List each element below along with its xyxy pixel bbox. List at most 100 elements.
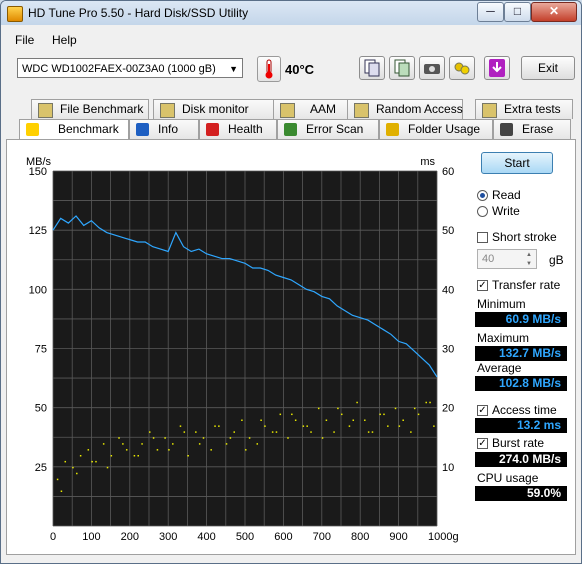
access-time-point <box>233 431 235 433</box>
tab-disk-monitor[interactable]: Disk monitor <box>153 99 281 119</box>
exit-button[interactable]: Exit <box>521 56 575 80</box>
access-time-point <box>137 455 139 457</box>
access-time-point <box>413 407 416 410</box>
cpu-usage-value: 59.0% <box>475 486 567 501</box>
access-time-point <box>179 425 182 427</box>
access-time-point <box>306 425 308 427</box>
thermometer-icon <box>257 56 281 82</box>
y-tick-right: 20 <box>442 403 454 415</box>
copy-all-button[interactable] <box>389 56 415 80</box>
screenshot-button[interactable] <box>419 56 445 80</box>
y-tick-left: 100 <box>29 284 47 296</box>
access-time-point <box>248 437 251 439</box>
average-value: 102.8 MB/s <box>475 376 567 391</box>
options-button[interactable] <box>449 56 475 80</box>
minimize-button[interactable]: ─ <box>477 2 504 22</box>
file-benchmark-icon <box>38 103 53 118</box>
access-time-point <box>106 466 109 469</box>
toolbar: WDC WD1002FAEX-00Z3A0 (1000 gB) ▼ 40°C E… <box>1 51 581 91</box>
side-panel: Start Read Write Short stroke 40 ▲ ▼ gB … <box>473 147 573 557</box>
access-time-point <box>141 443 143 445</box>
stepper-down-icon[interactable]: ▼ <box>523 260 535 268</box>
burst-rate-checkbox[interactable]: ✓ <box>477 438 488 449</box>
tab-label: File Benchmark <box>60 102 144 116</box>
menu-file[interactable]: File <box>15 33 34 47</box>
transfer-rate-checkbox[interactable]: ✓ <box>477 280 488 291</box>
access-time-point <box>398 425 401 427</box>
tab-health[interactable]: Health <box>199 119 277 139</box>
y-tick-left: 75 <box>35 344 47 356</box>
close-button[interactable]: ✕ <box>531 2 577 22</box>
options-icon <box>454 62 470 75</box>
short-stroke-label: Short stroke <box>492 230 557 244</box>
y-tick-right: 30 <box>442 344 454 356</box>
access-time-point <box>417 413 420 416</box>
tab-random-access[interactable]: Random Access <box>347 99 463 119</box>
access-time-point <box>279 413 282 416</box>
random-access-icon <box>354 103 369 118</box>
short-stroke-stepper[interactable]: 40 ▲ ▼ <box>477 249 537 269</box>
window-title: HD Tune Pro 5.50 - Hard Disk/SSD Utility <box>28 6 249 20</box>
tab-extra-tests[interactable]: Extra tests <box>475 99 573 119</box>
access-time-point <box>410 431 412 433</box>
tab-error-scan[interactable]: Error Scan <box>277 119 379 139</box>
access-time-point <box>260 419 262 421</box>
access-time-point <box>352 419 355 421</box>
y-tick-left: 125 <box>29 225 47 237</box>
save-button[interactable] <box>484 56 510 80</box>
magnifier-icon <box>284 123 297 136</box>
tab-file-benchmark[interactable]: File Benchmark <box>31 99 149 119</box>
tab-label: Info <box>158 122 179 136</box>
write-radio[interactable] <box>477 206 488 217</box>
tab-label: AAM <box>310 102 337 116</box>
access-time-checkbox[interactable]: ✓ <box>477 405 488 416</box>
tab-aam[interactable]: AAM <box>273 99 355 119</box>
access-time-point <box>172 443 174 445</box>
access-time-point <box>241 419 243 421</box>
access-time-point <box>210 449 212 451</box>
access-time-point <box>64 460 67 463</box>
minimum-label: Minimum <box>477 297 526 311</box>
menu-file-label: File <box>15 33 35 47</box>
y-tick-right: 10 <box>442 462 454 474</box>
drive-select[interactable]: WDC WD1002FAEX-00Z3A0 (1000 gB) ▼ <box>17 58 243 78</box>
access-time-point <box>337 407 339 410</box>
tab-benchmark[interactable]: Benchmark <box>19 119 129 141</box>
average-label: Average <box>477 361 522 375</box>
stepper-up-icon[interactable]: ▲ <box>523 251 535 259</box>
app-icon <box>7 6 23 22</box>
access-time-point <box>275 431 278 433</box>
read-radio[interactable] <box>477 190 488 201</box>
y-tick-left: 50 <box>35 403 47 415</box>
title-bar[interactable]: HD Tune Pro 5.50 - Hard Disk/SSD Utility… <box>1 1 581 25</box>
access-time-point <box>383 413 385 416</box>
menu-help[interactable]: Help <box>52 33 77 47</box>
tab-label: Disk monitor <box>182 102 249 116</box>
copy-button[interactable] <box>359 56 385 80</box>
access-time-point <box>102 443 105 445</box>
tab-erase[interactable]: Erase <box>493 119 571 139</box>
access-time-point <box>294 419 297 421</box>
access-time-point <box>110 455 113 457</box>
access-time-point <box>429 401 431 404</box>
access-time-point <box>302 425 305 427</box>
write-label: Write <box>492 204 520 218</box>
x-tick: 100 <box>82 531 100 543</box>
y-tick-right: 50 <box>442 225 454 237</box>
access-time-point <box>202 437 205 439</box>
cpu-usage-label: CPU usage <box>477 471 539 485</box>
short-stroke-value: 40 <box>482 253 495 265</box>
read-label: Read <box>492 188 521 202</box>
camera-icon <box>424 64 440 74</box>
tab-folder-usage[interactable]: Folder Usage <box>379 119 493 139</box>
access-time-point <box>394 407 397 410</box>
maximize-button[interactable]: □ <box>504 2 531 22</box>
short-stroke-checkbox[interactable] <box>477 232 488 243</box>
tab-info[interactable]: Info <box>129 119 199 139</box>
x-tick: 500 <box>236 531 254 543</box>
start-button[interactable]: Start <box>481 152 553 174</box>
menu-help-label: Help <box>52 33 77 47</box>
access-time-point <box>218 425 220 427</box>
access-time-point <box>371 431 374 433</box>
access-time-point <box>168 449 170 451</box>
